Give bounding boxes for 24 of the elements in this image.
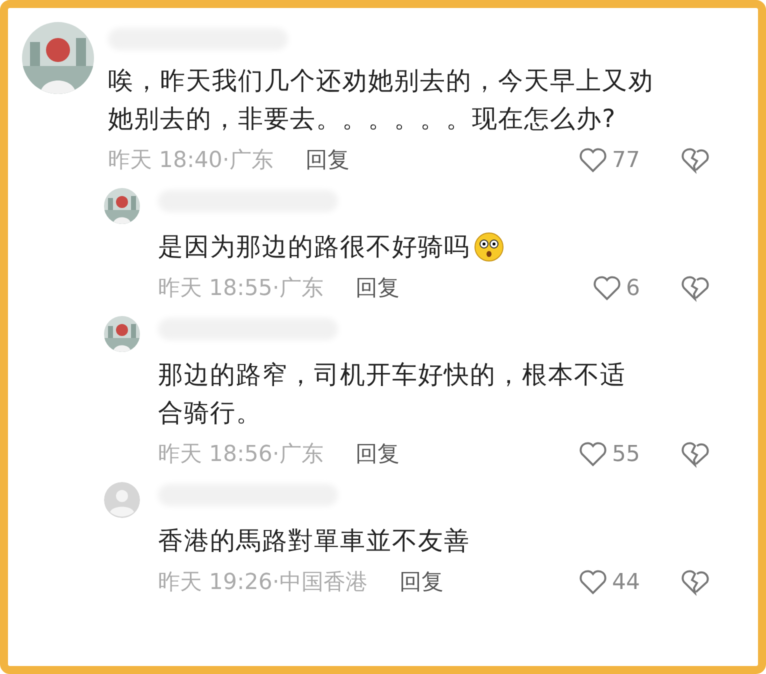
reply-link[interactable]: 回复 [355, 273, 400, 303]
broken-heart-icon[interactable] [680, 567, 710, 597]
reply-link[interactable]: 回复 [355, 439, 400, 469]
like-count: 55 [612, 442, 640, 466]
like-count: 6 [626, 276, 640, 300]
heart-icon[interactable] [578, 145, 608, 175]
broken-heart-icon[interactable] [680, 273, 710, 303]
like-count: 44 [612, 570, 640, 594]
reply-link[interactable]: 回复 [399, 567, 444, 597]
comment-text: 那边的路窄，司机开车好快的，根本不适合骑行。 [158, 359, 627, 429]
comment-text: 香港的馬路對單車並不友善 [158, 525, 471, 557]
broken-heart-icon[interactable] [680, 439, 710, 469]
timestamp: 昨天 18:56·广东 [158, 441, 324, 469]
broken-heart-icon[interactable] [680, 145, 710, 175]
timestamp: 昨天 18:40·广东 [108, 147, 274, 175]
heart-icon[interactable] [578, 439, 608, 469]
heart-icon[interactable] [592, 273, 622, 303]
reply-link[interactable]: 回复 [305, 145, 350, 175]
timestamp: 昨天 18:55·广东 [158, 275, 324, 303]
heart-icon[interactable] [578, 567, 608, 597]
timestamp: 昨天 19:26·中国香港 [158, 569, 368, 597]
like-count: 77 [612, 148, 640, 172]
comment-text: 是因为那边的路很不好骑吗 [158, 228, 648, 266]
comment-text: 唉，昨天我们几个还劝她别去的，今天早上又劝她别去的，非要去。。。。。。现在怎么办? [108, 65, 655, 135]
